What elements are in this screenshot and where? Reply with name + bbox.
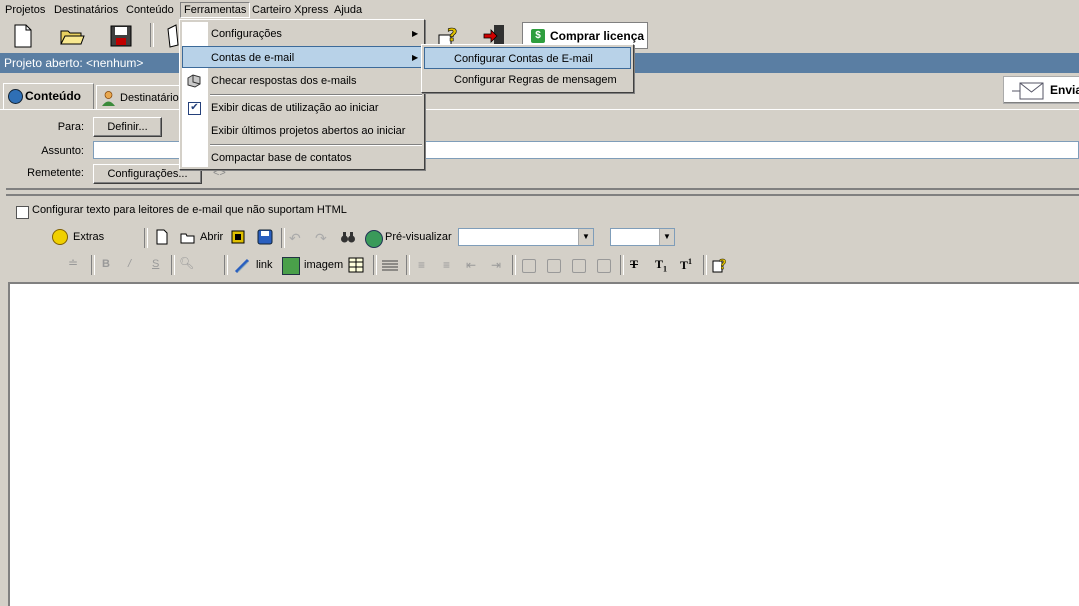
menu-projetos[interactable]: Projetos <box>5 3 45 17</box>
splitter[interactable] <box>6 188 1079 196</box>
subscript-icon[interactable]: T1 <box>655 257 667 273</box>
menu-item-exibir-ultimos-projetos[interactable]: Exibir últimos projetos abertos ao inici… <box>182 120 422 142</box>
editor-separator <box>406 255 410 275</box>
horizontal-rule-icon[interactable]: ≐ <box>68 256 78 270</box>
globe-preview-icon[interactable] <box>365 230 383 248</box>
font-family-select[interactable]: ▼ <box>458 228 594 246</box>
italic-icon[interactable]: / <box>128 258 131 270</box>
define-recipients-button[interactable]: Definir... <box>93 117 162 137</box>
open-label[interactable]: Abrir <box>200 231 223 243</box>
submenu-arrow-icon: ▶ <box>412 29 419 38</box>
superscript-icon[interactable]: T1 <box>680 257 692 273</box>
menu-item-exibir-dicas[interactable]: ✔ Exibir dicas de utilização ao iniciar <box>182 97 422 119</box>
toolbar-separator <box>150 23 154 47</box>
save-icon[interactable] <box>108 23 134 49</box>
box-icon[interactable] <box>522 259 536 273</box>
svg-text:?: ? <box>447 25 457 46</box>
menu-carteiro-xpress[interactable]: Carteiro Xpress <box>252 3 328 17</box>
mailbox-icon <box>186 73 202 89</box>
send-button[interactable]: Envia <box>1003 76 1079 104</box>
align-center-icon[interactable]: ≡ <box>443 258 450 272</box>
editor-separator <box>91 255 95 275</box>
editor-separator <box>144 228 148 248</box>
menu-item-configuracoes[interactable]: Configurações ▶ <box>182 23 422 45</box>
box-icon[interactable] <box>572 259 586 273</box>
zoom-icon[interactable]: 🔍︎ <box>179 256 194 270</box>
font-size-select[interactable]: ▼ <box>610 228 675 246</box>
editor-separator <box>373 255 377 275</box>
new-file-icon[interactable] <box>10 23 36 49</box>
tab-divider <box>0 109 1079 110</box>
plain-text-checkbox[interactable] <box>16 206 29 219</box>
plugin-icon[interactable] <box>230 229 246 245</box>
link-icon[interactable] <box>234 258 250 274</box>
subject-label: Assunto: <box>41 145 84 157</box>
submenu-arrow-icon: ▶ <box>412 53 419 62</box>
bold-icon[interactable]: B <box>102 258 110 270</box>
box-icon[interactable] <box>597 259 611 273</box>
email-accounts-submenu: Configurar Contas de E-mail Configurar R… <box>421 44 634 93</box>
editor-separator <box>281 228 285 248</box>
help-small-icon[interactable]: ? <box>712 257 728 273</box>
menu-item-configurar-contas[interactable]: Configurar Contas de E-mail <box>424 47 631 69</box>
tab-conteudo[interactable]: Conteúdo <box>3 83 94 109</box>
editor-separator <box>512 255 516 275</box>
menu-item-configurar-regras[interactable]: Configurar Regras de mensagem <box>424 69 631 91</box>
image-icon[interactable] <box>282 257 300 275</box>
extras-label[interactable]: Extras <box>73 231 104 243</box>
ferramentas-menu: Configurações ▶ Contas de e-mail ▶ Checa… <box>179 19 425 170</box>
open-folder-icon[interactable] <box>59 23 85 49</box>
menu-item-compactar-contatos[interactable]: Compactar base de contatos <box>182 147 422 169</box>
table-icon[interactable] <box>348 257 364 273</box>
plain-text-label: Configurar texto para leitores de e-mail… <box>32 204 347 216</box>
redo-icon[interactable]: ↷ <box>315 230 331 246</box>
svg-text:?: ? <box>719 258 727 273</box>
strikethrough-icon[interactable]: S <box>152 258 159 270</box>
menu-bar: Projetos Destinatários Conteúdo Ferramen… <box>0 0 1079 20</box>
box-icon[interactable] <box>547 259 561 273</box>
menu-destinatarios[interactable]: Destinatários <box>54 3 118 17</box>
dollar-icon: $ <box>531 29 545 43</box>
outdent-icon[interactable]: ⇤ <box>466 258 476 272</box>
project-status-text: Projeto aberto: <nenhum> <box>4 56 144 70</box>
sender-label: Remetente: <box>27 167 84 179</box>
globe-icon <box>8 89 23 104</box>
undo-icon[interactable]: ↶ <box>289 230 305 246</box>
smiley-icon[interactable] <box>52 229 68 245</box>
editor-separator <box>224 255 228 275</box>
align-left-icon[interactable]: ≡ <box>418 258 425 272</box>
to-label: Para: <box>57 121 84 133</box>
html-editor-area[interactable] <box>8 282 1079 606</box>
indent-icon[interactable]: ⇥ <box>491 258 501 272</box>
menu-separator <box>210 144 422 146</box>
check-icon: ✔ <box>188 102 201 115</box>
new-document-icon[interactable] <box>154 229 170 245</box>
preview-label[interactable]: Pré-visualizar <box>385 231 452 243</box>
editor-separator <box>171 255 175 275</box>
envelope-icon <box>1012 82 1044 100</box>
user-icon <box>102 90 115 106</box>
editor-separator <box>703 255 707 275</box>
menu-ferramentas[interactable]: Ferramentas <box>180 2 251 18</box>
menu-separator <box>210 94 422 96</box>
strike-text-icon[interactable]: T <box>630 257 638 272</box>
menu-conteudo[interactable]: Conteúdo <box>126 3 174 17</box>
editor-separator <box>620 255 624 275</box>
menu-ajuda[interactable]: Ajuda <box>334 3 362 17</box>
menu-item-contas-de-email[interactable]: Contas de e-mail ▶ <box>182 46 422 68</box>
tab-destinatarios[interactable]: Destinatários <box>96 85 180 109</box>
image-label[interactable]: imagem <box>304 259 343 271</box>
find-binoculars-icon[interactable] <box>340 229 356 245</box>
save-small-icon[interactable] <box>257 229 273 245</box>
horizontal-line-icon[interactable] <box>382 257 398 273</box>
link-label[interactable]: link <box>256 259 273 271</box>
menu-item-checar-respostas[interactable]: Checar respostas dos e-mails <box>182 70 422 92</box>
open-folder-small-icon[interactable] <box>180 230 196 246</box>
